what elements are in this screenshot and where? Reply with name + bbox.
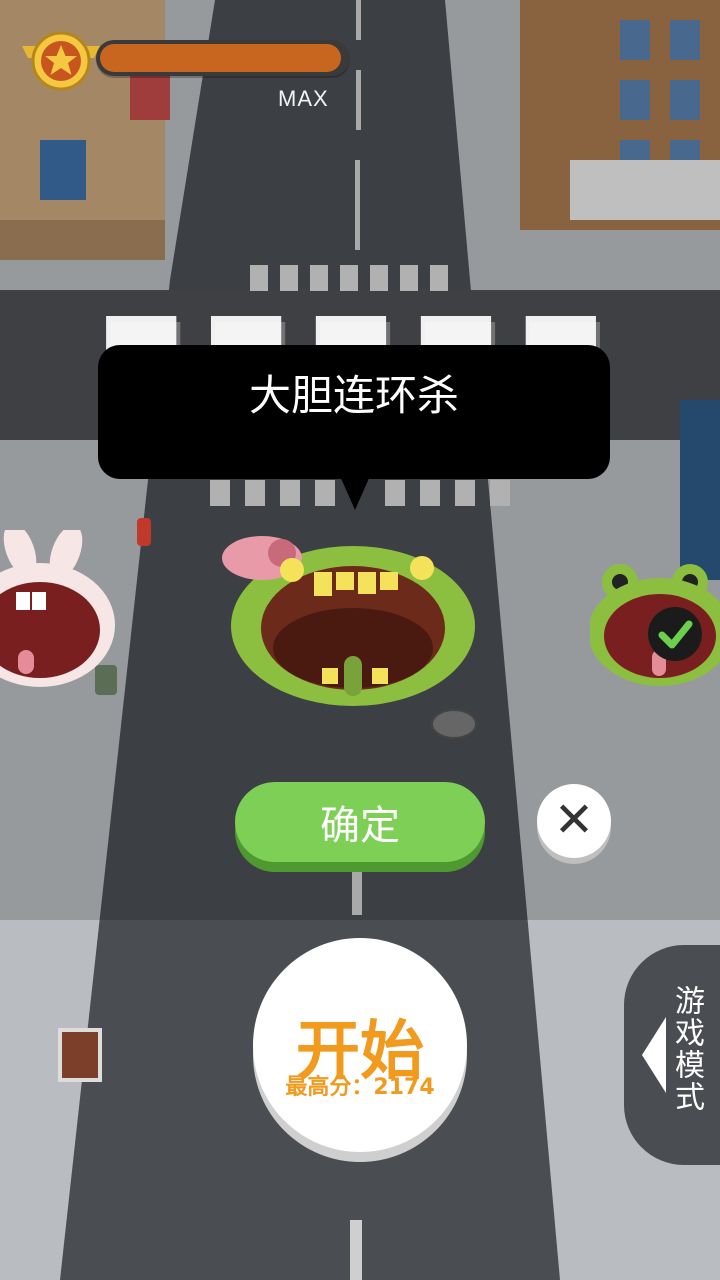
- speech-bubble-tail: [340, 476, 370, 510]
- zombie-hole-skin[interactable]: [222, 528, 484, 708]
- game-mode-tab[interactable]: 游戏模式: [624, 945, 720, 1165]
- xp-progress-bar: [96, 40, 350, 76]
- best-score-value: 2174: [373, 1075, 435, 1100]
- close-icon[interactable]: ✕: [537, 784, 611, 858]
- game-mode-label: 游戏模式: [669, 985, 704, 1113]
- best-score-label: 最高分：: [285, 1075, 374, 1100]
- star-rank-badge-icon: [22, 31, 100, 91]
- confirm-button[interactable]: 确定: [235, 782, 485, 862]
- speech-bubble-text: 大胆连环杀: [248, 371, 459, 420]
- best-score: 最高分：2174: [253, 1069, 467, 1101]
- level-max-label: MAX: [278, 86, 329, 111]
- checkmark-icon: [648, 607, 702, 661]
- arrow-left-icon: [642, 1017, 666, 1093]
- xp-progress-fill: [100, 44, 341, 72]
- bunny-hole-skin[interactable]: [0, 530, 120, 690]
- start-button[interactable]: 开始 最高分：2174: [253, 938, 467, 1152]
